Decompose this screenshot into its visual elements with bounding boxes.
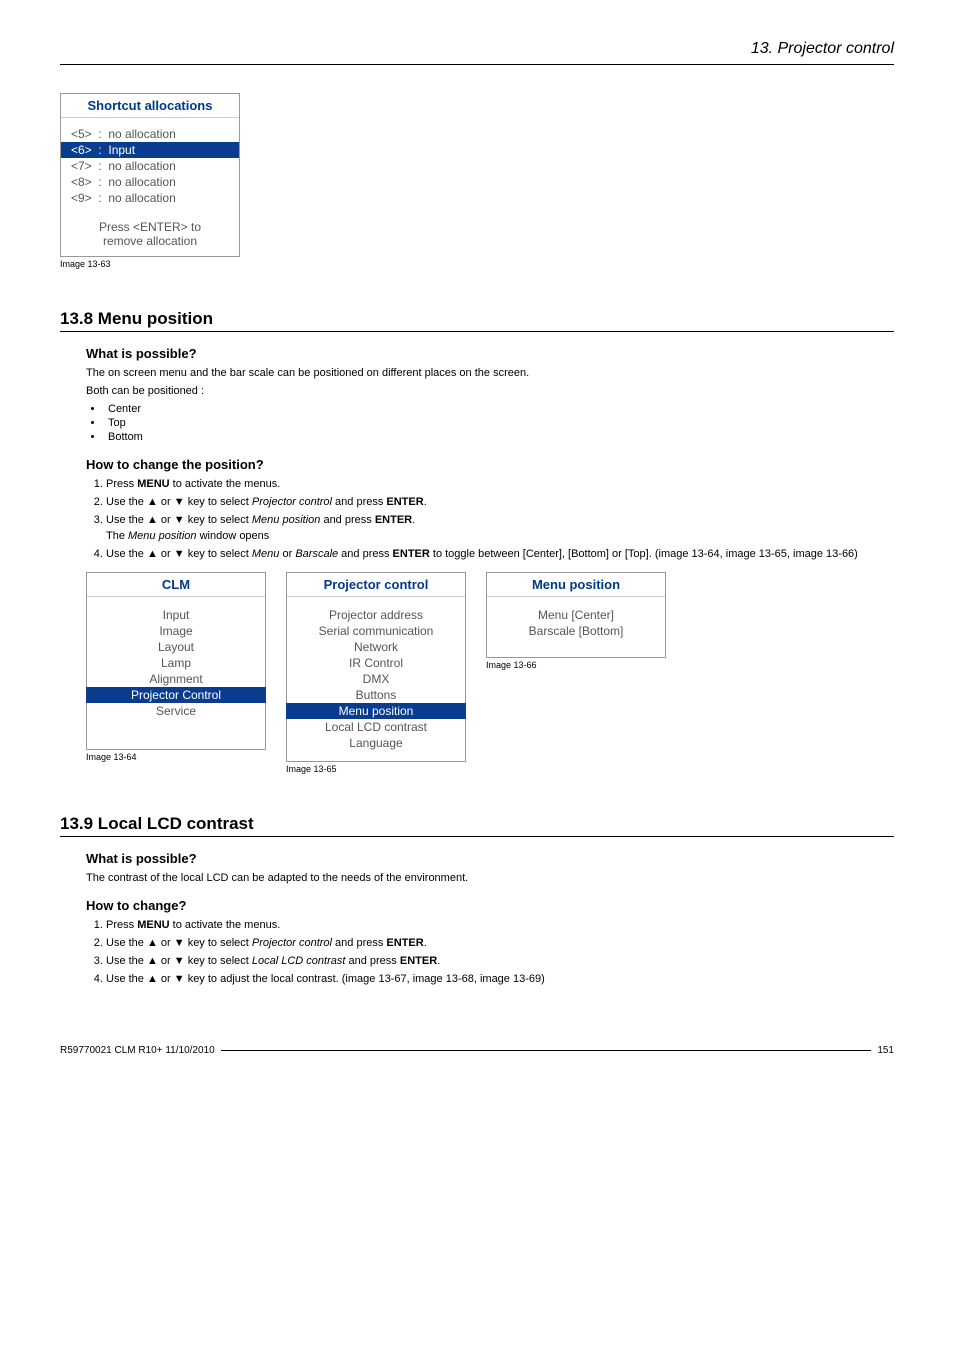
sec138-b2: Top bbox=[104, 417, 894, 429]
clm-item: Layout bbox=[87, 639, 265, 655]
t: ENTER bbox=[386, 496, 423, 508]
t: ENTER bbox=[386, 937, 423, 949]
pc-item: Language bbox=[287, 735, 465, 751]
clm-item: Alignment bbox=[87, 671, 265, 687]
sec139-p1: The contrast of the local LCD can be ada… bbox=[86, 872, 894, 884]
image-13-63-caption: Image 13-63 bbox=[60, 259, 894, 269]
t: . bbox=[437, 955, 440, 967]
shortcut-allocations-box: Shortcut allocations <5> : no allocation… bbox=[60, 93, 240, 257]
sec138-step1: Press MENU to activate the menus. bbox=[106, 478, 894, 490]
image-13-65-caption: Image 13-65 bbox=[286, 764, 466, 774]
t: and press bbox=[320, 514, 374, 526]
sec138-p1: The on screen menu and the bar scale can… bbox=[86, 367, 894, 379]
clm-item: Lamp bbox=[87, 655, 265, 671]
t: to activate the menus. bbox=[170, 919, 281, 931]
sec139-step3: Use the ▲ or ▼ key to select Local LCD c… bbox=[106, 955, 894, 967]
clm-menu-box: CLM Input Image Layout Lamp Alignment Pr… bbox=[86, 572, 266, 750]
t: ENTER bbox=[400, 955, 437, 967]
t: . bbox=[424, 937, 427, 949]
pc-item: Local LCD contrast bbox=[287, 719, 465, 735]
mp-item: Menu [Center] bbox=[487, 607, 665, 623]
t: Use the ▲ or ▼ key to select bbox=[106, 548, 252, 560]
pc-item: DMX bbox=[287, 671, 465, 687]
sec138-step4: Use the ▲ or ▼ key to select Menu or Bar… bbox=[106, 548, 894, 560]
t: Use the ▲ or ▼ key to select bbox=[106, 496, 252, 508]
t: or bbox=[279, 548, 295, 560]
t: Use the ▲ or ▼ key to select bbox=[106, 514, 252, 526]
t: window opens bbox=[197, 530, 270, 542]
pc-item: Projector address bbox=[287, 607, 465, 623]
sec138-b1: Center bbox=[104, 403, 894, 415]
t: MENU bbox=[137, 919, 169, 931]
pc-item: Buttons bbox=[287, 687, 465, 703]
sec138-sub1: What is possible? bbox=[86, 346, 894, 361]
footer-page-number: 151 bbox=[877, 1045, 894, 1056]
t: . bbox=[412, 514, 415, 526]
t: and press bbox=[345, 955, 399, 967]
t: and press bbox=[338, 548, 392, 560]
t: Press bbox=[106, 919, 137, 931]
clm-item-selected: Projector Control bbox=[86, 687, 266, 703]
section-13-9-title: 13.9 Local LCD contrast bbox=[60, 814, 894, 837]
t: Local LCD contrast bbox=[252, 955, 346, 967]
pc-item: IR Control bbox=[287, 655, 465, 671]
clm-item: Input bbox=[87, 607, 265, 623]
t: Menu bbox=[252, 548, 280, 560]
t: Barscale bbox=[295, 548, 338, 560]
t: Projector control bbox=[252, 937, 332, 949]
pc-item-selected: Menu position bbox=[286, 703, 466, 719]
clm-item: Service bbox=[87, 703, 265, 719]
image-13-64-caption: Image 13-64 bbox=[86, 752, 266, 762]
sec139-sub1: What is possible? bbox=[86, 851, 894, 866]
t: Projector control bbox=[252, 496, 332, 508]
t: to activate the menus. bbox=[170, 478, 281, 490]
sec139-sub2: How to change? bbox=[86, 898, 894, 913]
sec139-step1: Press MENU to activate the menus. bbox=[106, 919, 894, 931]
t: Press bbox=[106, 478, 137, 490]
t: to toggle between [Center], [Bottom] or … bbox=[430, 548, 858, 560]
t: . bbox=[424, 496, 427, 508]
image-13-66-caption: Image 13-66 bbox=[486, 660, 666, 670]
t: Menu position bbox=[128, 530, 197, 542]
t: and press bbox=[332, 937, 386, 949]
t: ENTER bbox=[393, 548, 430, 560]
menu-position-box: Menu position Menu [Center] Barscale [Bo… bbox=[486, 572, 666, 658]
t: Use the ▲ or ▼ key to select bbox=[106, 937, 252, 949]
section-13-8-title: 13.8 Menu position bbox=[60, 309, 894, 332]
mp-item: Barscale [Bottom] bbox=[487, 623, 665, 639]
t: MENU bbox=[137, 478, 169, 490]
shortcut-row-7: <7> : no allocation bbox=[71, 158, 229, 174]
sec138-step2: Use the ▲ or ▼ key to select Projector c… bbox=[106, 496, 894, 508]
sec138-sub2: How to change the position? bbox=[86, 457, 894, 472]
pc-item: Serial communication bbox=[287, 623, 465, 639]
chapter-header: 13. Projector control bbox=[60, 40, 894, 65]
footer-line bbox=[221, 1050, 872, 1051]
projector-control-menu-box: Projector control Projector address Seri… bbox=[286, 572, 466, 762]
sec138-p2: Both can be positioned : bbox=[86, 385, 894, 397]
footer-left: R59770021 CLM R10+ 11/10/2010 bbox=[60, 1045, 215, 1056]
shortcut-row-5: <5> : no allocation bbox=[71, 126, 229, 142]
shortcut-footer-1: Press <ENTER> to bbox=[71, 220, 229, 234]
sec139-step4: Use the ▲ or ▼ key to adjust the local c… bbox=[106, 973, 894, 985]
clm-title: CLM bbox=[87, 573, 265, 597]
projector-control-title: Projector control bbox=[287, 573, 465, 597]
shortcut-row-6-selected: <6> : Input bbox=[61, 142, 239, 158]
t: The bbox=[106, 530, 128, 542]
clm-item: Image bbox=[87, 623, 265, 639]
shortcut-allocations-title: Shortcut allocations bbox=[61, 94, 239, 118]
menu-position-title: Menu position bbox=[487, 573, 665, 597]
t: and press bbox=[332, 496, 386, 508]
t: Menu position bbox=[252, 514, 321, 526]
sec138-step3: Use the ▲ or ▼ key to select Menu positi… bbox=[106, 514, 894, 542]
shortcut-row-9: <9> : no allocation bbox=[71, 190, 229, 206]
sec139-step2: Use the ▲ or ▼ key to select Projector c… bbox=[106, 937, 894, 949]
t: ENTER bbox=[375, 514, 412, 526]
shortcut-row-8: <8> : no allocation bbox=[71, 174, 229, 190]
t: Use the ▲ or ▼ key to select bbox=[106, 955, 252, 967]
pc-item: Network bbox=[287, 639, 465, 655]
sec138-b3: Bottom bbox=[104, 431, 894, 443]
shortcut-footer-2: remove allocation bbox=[71, 234, 229, 248]
